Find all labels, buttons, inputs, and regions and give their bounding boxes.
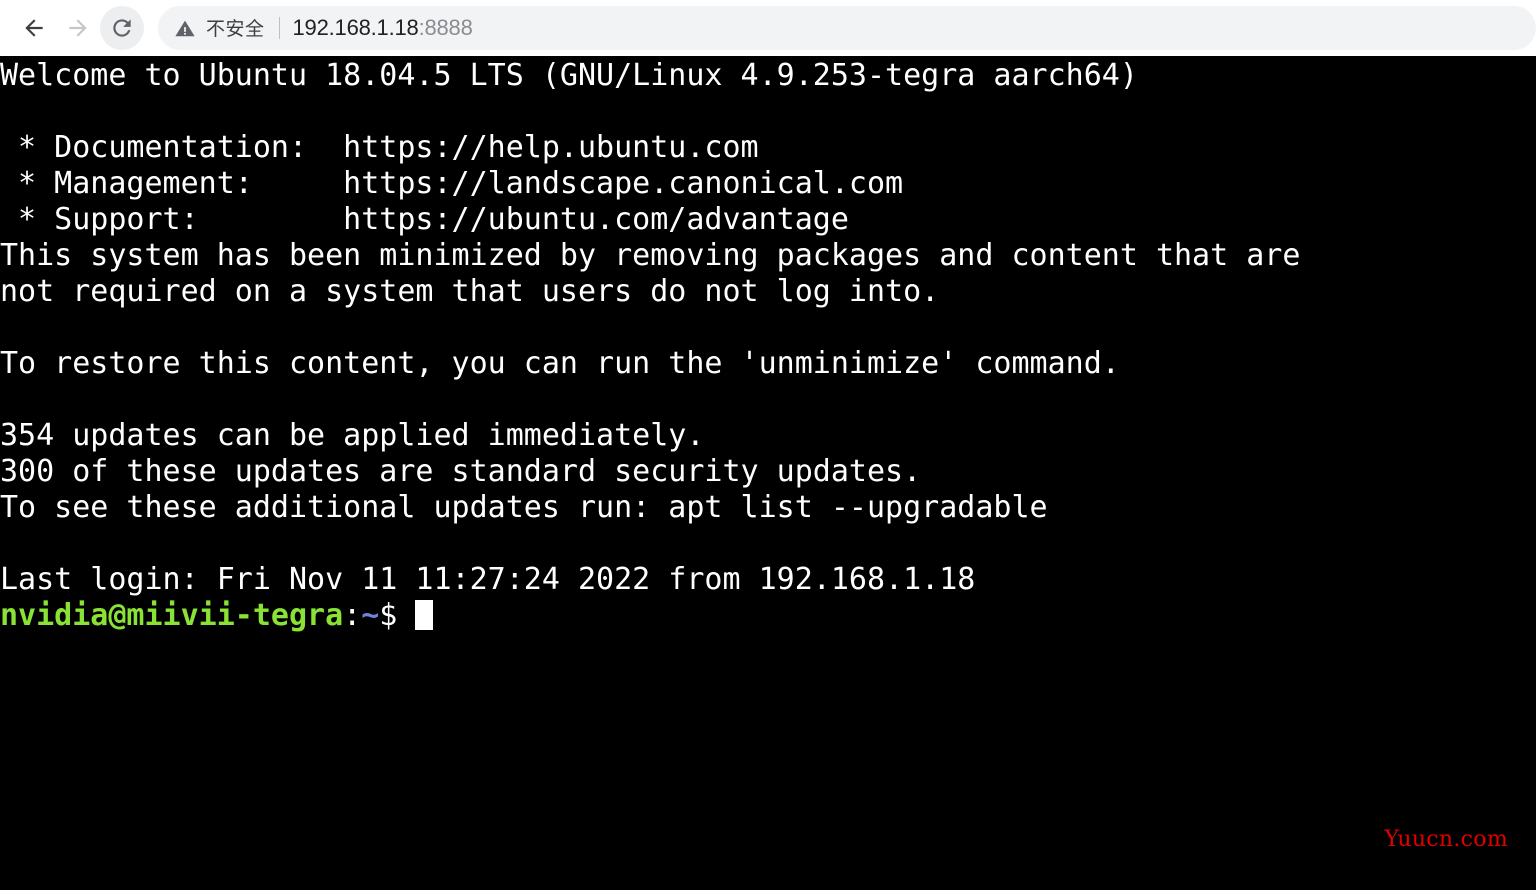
prompt-separator: :: [343, 598, 362, 633]
url-text: 192.168.1.18:8888: [293, 15, 473, 41]
terminal-line: Welcome to Ubuntu 18.04.5 LTS (GNU/Linux…: [0, 58, 1138, 93]
forward-button[interactable]: [56, 6, 100, 50]
prompt-path: ~: [361, 598, 380, 633]
terminal-line: 354 updates can be applied immediately.: [0, 418, 705, 453]
reload-button[interactable]: [100, 5, 144, 50]
url-port: :8888: [418, 14, 473, 40]
arrow-right-icon: [65, 15, 91, 41]
reload-icon: [109, 15, 135, 41]
terminal-output: Welcome to Ubuntu 18.04.5 LTS (GNU/Linux…: [0, 58, 1536, 634]
browser-toolbar: 不安全 192.168.1.18:8888: [0, 0, 1536, 56]
terminal-prompt-line[interactable]: nvidia@miivii-tegra:~$: [0, 598, 1536, 634]
watermark: Yuucn.com: [1384, 827, 1508, 852]
terminal-line: * Management: https://landscape.canonica…: [0, 166, 904, 201]
arrow-left-icon: [21, 15, 47, 41]
terminal-line: * Support: https://ubuntu.com/advantage: [0, 202, 849, 237]
terminal-line: 300 of these updates are standard securi…: [0, 454, 922, 489]
terminal-line: To restore this content, you can run the…: [0, 346, 1120, 381]
web-terminal[interactable]: Welcome to Ubuntu 18.04.5 LTS (GNU/Linux…: [0, 56, 1536, 890]
address-bar[interactable]: 不安全 192.168.1.18:8888: [158, 5, 1536, 50]
back-button[interactable]: [12, 6, 56, 50]
terminal-line: Last login: Fri Nov 11 11:27:24 2022 fro…: [0, 562, 976, 597]
terminal-line: This system has been minimized by removi…: [0, 238, 1301, 273]
terminal-line: not required on a system that users do n…: [0, 274, 940, 309]
terminal-line: * Documentation: https://help.ubuntu.com: [0, 130, 759, 165]
security-status-text: 不安全: [206, 18, 265, 40]
terminal-cursor: [415, 600, 434, 630]
prompt-user-host: nvidia@miivii-tegra: [0, 598, 344, 633]
terminal-line: To see these additional updates run: apt…: [0, 490, 1048, 525]
url-host: 192.168.1.18: [292, 14, 419, 40]
omnibox-divider: [278, 16, 280, 39]
prompt-sigil: $: [379, 598, 416, 633]
warning-triangle-icon[interactable]: [174, 17, 196, 39]
